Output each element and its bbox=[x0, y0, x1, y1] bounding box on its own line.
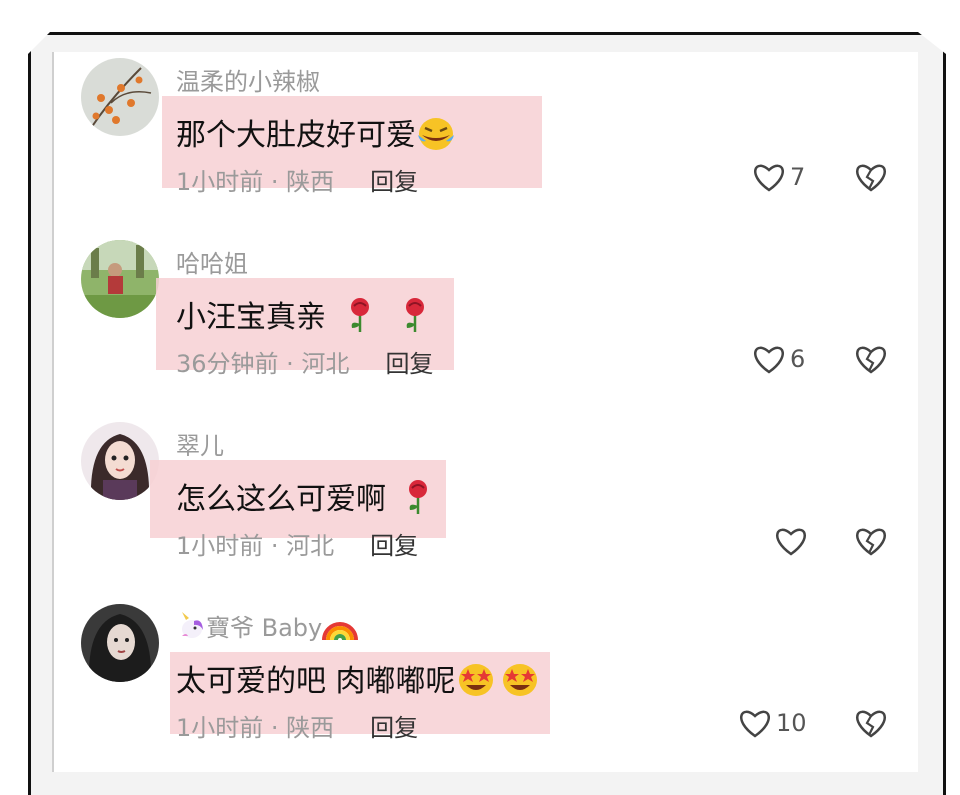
avatar[interactable] bbox=[81, 422, 159, 500]
dislike-button[interactable] bbox=[854, 526, 888, 560]
avatar[interactable] bbox=[81, 240, 159, 318]
reply-button[interactable]: 回复 bbox=[385, 344, 433, 379]
comment-text: 太可爱的吧 肉嘟嘟呢 bbox=[176, 656, 540, 705]
reply-button[interactable]: 回复 bbox=[370, 526, 418, 561]
rose-icon bbox=[404, 478, 432, 524]
time-location: 1小时前 · 河北 bbox=[176, 532, 335, 560]
broken-heart-icon bbox=[856, 346, 886, 374]
heart-icon bbox=[754, 164, 784, 192]
like-button[interactable] bbox=[774, 526, 812, 556]
broken-heart-icon bbox=[856, 528, 886, 556]
time-location: 36分钟前 · 河北 bbox=[176, 350, 350, 378]
broken-heart-icon bbox=[856, 710, 886, 738]
comment-text: 小汪宝真亲 bbox=[176, 292, 429, 342]
heart-icon bbox=[776, 528, 806, 556]
like-count: 6 bbox=[790, 345, 806, 373]
rose-icon bbox=[346, 296, 374, 342]
dislike-button[interactable] bbox=[854, 708, 888, 742]
avatar[interactable] bbox=[81, 604, 159, 682]
comment-item: 温柔的小辣椒 那个大肚皮好可爱 1小时前 · 陕西 回复 7 bbox=[54, 52, 918, 202]
laughing-crying-face-icon bbox=[416, 115, 456, 159]
dislike-button[interactable] bbox=[854, 162, 888, 196]
star-struck-face-icon bbox=[456, 661, 496, 705]
username[interactable]: 翠儿 bbox=[176, 426, 224, 461]
comment-panel: 温柔的小辣椒 那个大肚皮好可爱 1小时前 · 陕西回复 7 哈哈姐 小汪宝真亲 bbox=[52, 52, 918, 772]
time-location: 1小时前 · 陕西 bbox=[176, 168, 335, 196]
dislike-button[interactable] bbox=[854, 344, 888, 378]
comment-text: 怎么这么可爱啊 bbox=[176, 474, 432, 524]
rose-icon bbox=[401, 296, 429, 342]
comment-item: 翠儿 怎么这么可爱啊 1小时前 · 河北 回复 bbox=[54, 416, 918, 566]
like-button[interactable]: 10 bbox=[738, 708, 807, 738]
star-struck-face-icon bbox=[500, 661, 540, 705]
comment-meta: 1小时前 · 河北 回复 bbox=[176, 526, 418, 561]
time-location: 1小时前 · 陕西 bbox=[176, 714, 335, 742]
reply-button[interactable]: 回复 bbox=[370, 708, 418, 743]
like-count: 7 bbox=[790, 163, 806, 191]
username[interactable]: 寶爷 Baby bbox=[176, 608, 359, 646]
username[interactable]: 温柔的小辣椒 bbox=[176, 62, 320, 97]
like-button[interactable]: 6 bbox=[752, 344, 805, 374]
like-count: 10 bbox=[776, 709, 807, 737]
heart-icon bbox=[754, 346, 784, 374]
comment-text: 那个大肚皮好可爱 bbox=[176, 110, 456, 159]
like-button[interactable]: 7 bbox=[752, 162, 805, 192]
broken-heart-icon bbox=[856, 164, 886, 192]
comment-item: 寶爷 Baby 太可爱的吧 肉嘟嘟呢 1小时前 · 陕西 回复 10 bbox=[54, 598, 918, 748]
comment-meta: 36分钟前 · 河北 回复 bbox=[176, 344, 433, 379]
username[interactable]: 哈哈姐 bbox=[176, 244, 248, 279]
heart-icon bbox=[740, 710, 770, 738]
reply-button[interactable]: 回复 bbox=[370, 162, 418, 197]
unicorn-icon bbox=[176, 612, 206, 646]
comment-item: 哈哈姐 小汪宝真亲 36分钟前 · 河北 回复 6 bbox=[54, 234, 918, 384]
avatar[interactable] bbox=[81, 58, 159, 136]
comment-meta: 1小时前 · 陕西 回复 bbox=[176, 162, 418, 197]
rainbow-icon bbox=[322, 612, 359, 646]
comment-meta: 1小时前 · 陕西 回复 bbox=[176, 708, 418, 743]
